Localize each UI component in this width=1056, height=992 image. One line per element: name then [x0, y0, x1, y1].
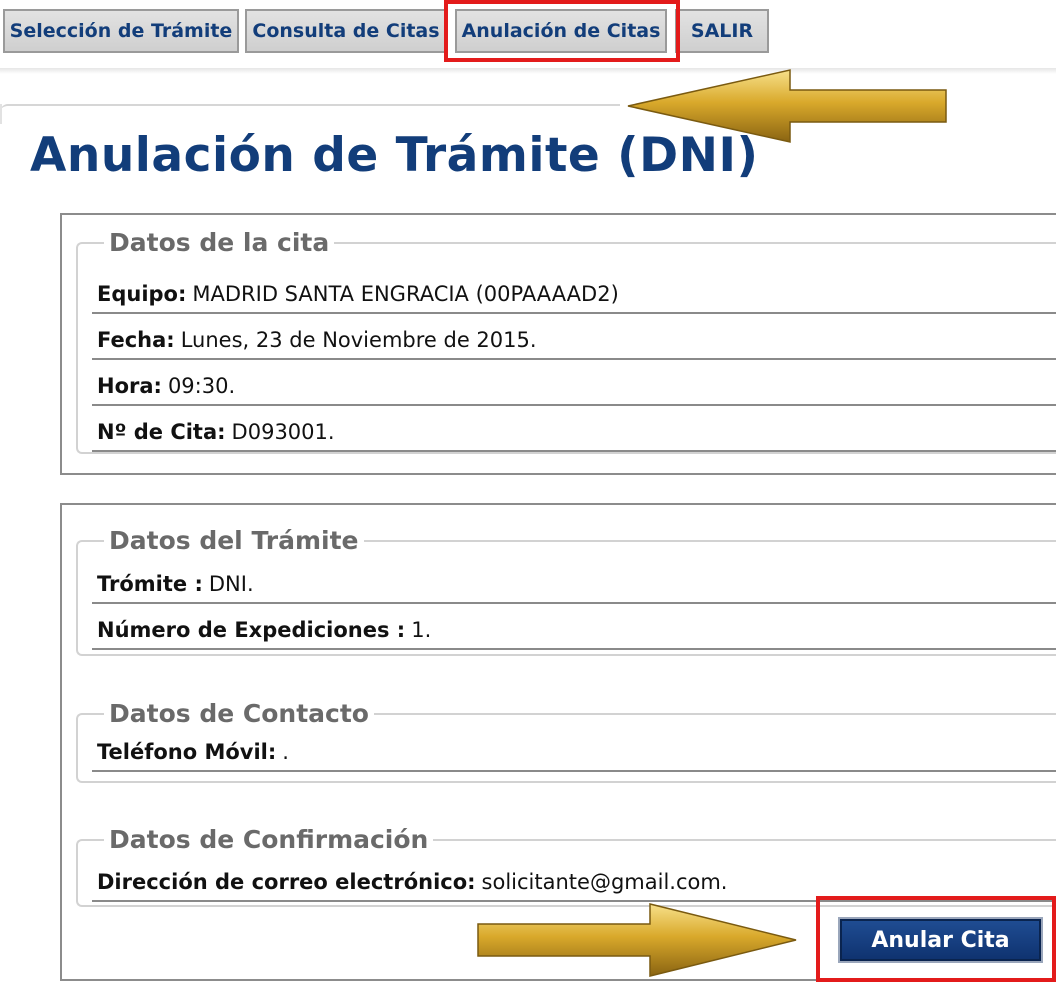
- page-title: Anulación de Trámite (DNI): [30, 128, 759, 183]
- value-telefono-movil: .: [282, 740, 289, 764]
- anular-cita-button[interactable]: Anular Cita: [838, 917, 1043, 963]
- label-email: Dirección de correo electrónico:: [97, 870, 476, 894]
- label-telefono-movil: Teléfono Móvil:: [97, 740, 277, 764]
- label-hora: Hora:: [97, 374, 162, 398]
- label-equipo: Equipo:: [97, 282, 187, 306]
- row-numero-cita: Nº de Cita: D093001.: [92, 410, 1056, 452]
- legend-datos-tramite: Datos del Trámite: [104, 526, 364, 555]
- row-telefono-movil: Teléfono Móvil: .: [92, 730, 1056, 772]
- value-equipo: MADRID SANTA ENGRACIA (00PAAAAD2): [192, 282, 619, 306]
- value-expediciones: 1.: [411, 618, 432, 642]
- value-tramite: DNI.: [208, 572, 254, 596]
- label-tramite: Trómite :: [97, 572, 203, 596]
- row-equipo: Equipo: MADRID SANTA ENGRACIA (00PAAAAD2…: [92, 272, 1056, 314]
- highlight-frame-tab: [444, 0, 680, 62]
- value-email: solicitante@gmail.com.: [481, 870, 728, 894]
- value-numero-cita: D093001.: [231, 420, 335, 444]
- value-hora: 09:30.: [167, 374, 236, 398]
- top-tab-bar: Selección de Trámite Consulta de Citas A…: [0, 0, 1056, 70]
- row-fecha: Fecha: Lunes, 23 de Noviembre de 2015.: [92, 318, 1056, 360]
- legend-datos-confirmacion: Datos de Confirmación: [104, 825, 434, 854]
- content-panel-frame: [0, 104, 620, 126]
- tab-salir[interactable]: SALIR: [675, 9, 769, 53]
- row-expediciones: Número de Expediciones : 1.: [92, 608, 1056, 650]
- tab-consulta-citas[interactable]: Consulta de Citas: [245, 9, 447, 53]
- label-numero-cita: Nº de Cita:: [97, 420, 226, 444]
- label-fecha: Fecha:: [97, 328, 175, 352]
- arrow-right-icon: [477, 903, 797, 977]
- label-expediciones: Número de Expediciones :: [97, 618, 406, 642]
- legend-datos-contacto: Datos de Contacto: [104, 699, 374, 728]
- legend-datos-cita: Datos de la cita: [104, 228, 335, 257]
- value-fecha: Lunes, 23 de Noviembre de 2015.: [180, 328, 537, 352]
- tab-seleccion-tramite[interactable]: Selección de Trámite: [3, 9, 239, 53]
- row-tramite: Trómite : DNI.: [92, 562, 1056, 604]
- row-hora: Hora: 09:30.: [92, 364, 1056, 406]
